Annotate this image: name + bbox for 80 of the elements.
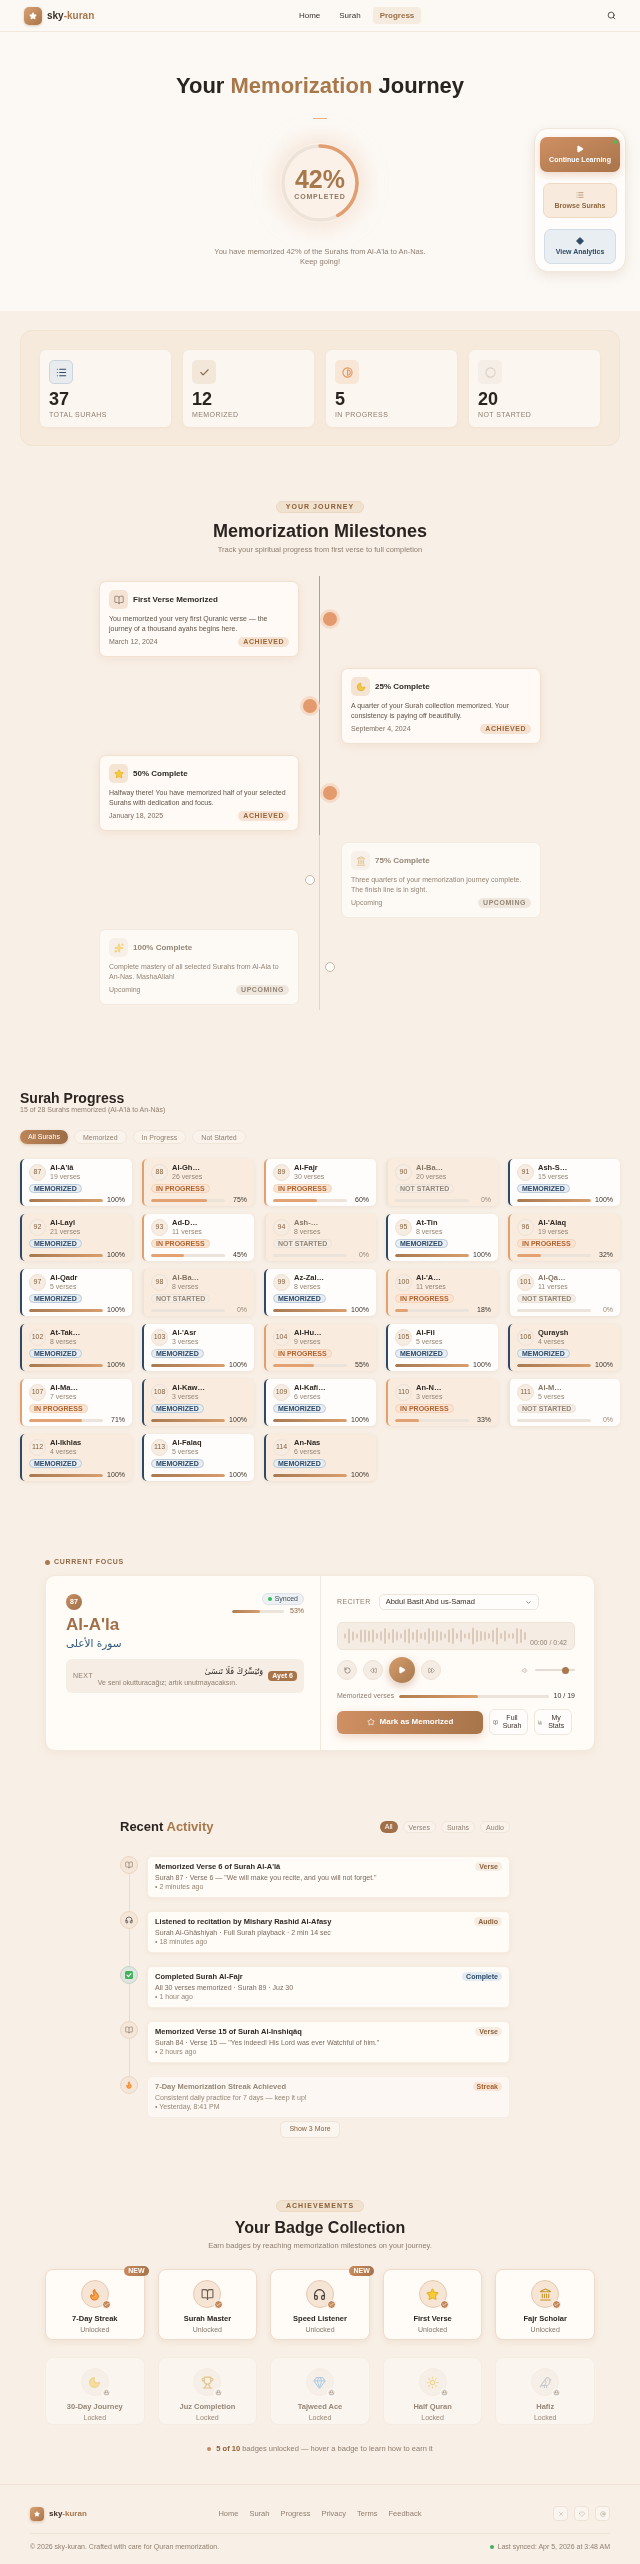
fast-forward-button[interactable] bbox=[421, 1660, 441, 1680]
check-badge-icon bbox=[101, 2300, 111, 2309]
moon-icon bbox=[80, 2368, 109, 2396]
lock-badge-icon bbox=[101, 2388, 111, 2397]
play-icon bbox=[576, 145, 584, 153]
milestone-title: 25% Complete bbox=[375, 682, 430, 691]
gem-icon bbox=[306, 2368, 334, 2396]
nav-link[interactable]: Surah bbox=[332, 7, 368, 24]
section-title: Memorization Milestones bbox=[213, 521, 427, 541]
check-badge-icon bbox=[552, 2300, 562, 2309]
milestone-title: 50% Complete bbox=[133, 769, 188, 778]
logo-wordmark[interactable]: sky-kuran bbox=[47, 8, 95, 23]
section-title: Your Badge Collection bbox=[234, 2219, 406, 2237]
timeline-marker-icon bbox=[305, 875, 315, 885]
headphones-icon bbox=[306, 2280, 334, 2308]
trophy-icon bbox=[193, 2368, 222, 2396]
sun-icon bbox=[418, 2368, 447, 2396]
stat-value: 12 bbox=[192, 390, 214, 409]
milestone-title: 100% Complete bbox=[133, 943, 193, 952]
lock-badge-icon bbox=[327, 2388, 336, 2397]
replay-button[interactable] bbox=[337, 1660, 357, 1680]
book-icon bbox=[493, 1719, 498, 1725]
stat-value: 5 bbox=[335, 390, 346, 409]
logo-star-icon[interactable] bbox=[30, 2506, 44, 2521]
stat-value: 37 bbox=[49, 390, 71, 409]
list-icon bbox=[576, 191, 584, 199]
sparkles-icon bbox=[109, 938, 128, 957]
star-icon bbox=[109, 764, 128, 783]
milestone-title: First Verse Memorized bbox=[133, 595, 218, 604]
flame-icon bbox=[80, 2280, 109, 2308]
replay-icon bbox=[343, 1666, 351, 1674]
bar-chart-icon bbox=[538, 1719, 543, 1725]
search-icon[interactable] bbox=[607, 11, 616, 20]
lock-badge-icon bbox=[439, 2388, 449, 2397]
check-icon bbox=[192, 360, 216, 384]
diamond-icon bbox=[576, 237, 584, 245]
lock-badge-icon bbox=[552, 2388, 562, 2397]
chevron-down-icon bbox=[524, 1598, 532, 1606]
nav-link[interactable]: Home bbox=[291, 7, 328, 24]
building-icon bbox=[351, 851, 370, 870]
hero-title: Your Memorization Journey bbox=[175, 73, 465, 99]
book-icon bbox=[193, 2280, 222, 2308]
arabic-verse: وَنُيَسِّرُكَ فَلَا تَنسَىٰ bbox=[203, 1665, 264, 1678]
surah-title: Al-A'la bbox=[66, 1615, 121, 1635]
at-sign-icon bbox=[599, 2510, 606, 2517]
progress-percent: 42% bbox=[294, 165, 345, 192]
book-icon bbox=[109, 590, 128, 609]
star-icon bbox=[366, 1718, 375, 1726]
check-badge-icon bbox=[439, 2300, 449, 2309]
timeline-marker-icon bbox=[303, 699, 317, 713]
volume-slider[interactable] bbox=[535, 1666, 575, 1674]
fast-forward-icon bbox=[427, 1666, 435, 1674]
bird-icon bbox=[531, 2368, 560, 2396]
volume-thumb[interactable] bbox=[561, 1666, 569, 1674]
timeline-marker-icon bbox=[325, 962, 335, 972]
logo-star-icon[interactable] bbox=[24, 6, 42, 25]
play-icon bbox=[398, 1666, 406, 1674]
volume-icon bbox=[522, 1666, 529, 1674]
arabic-surah-title: سورة الأعلى bbox=[66, 1636, 123, 1651]
rewind-button[interactable] bbox=[363, 1660, 383, 1680]
timeline-marker-icon bbox=[323, 786, 337, 800]
check-square-icon bbox=[120, 1966, 138, 1984]
check-badge-icon bbox=[327, 2300, 336, 2309]
nav-link[interactable]: Progress bbox=[372, 7, 422, 24]
timeline-marker-icon bbox=[323, 612, 337, 626]
lock-badge-icon bbox=[214, 2388, 224, 2397]
section-title: Surah Progress bbox=[20, 1090, 126, 1106]
stat-value: 20 bbox=[478, 390, 500, 409]
moon-icon bbox=[351, 677, 370, 696]
check-badge-icon bbox=[214, 2300, 224, 2309]
action-button[interactable]: Mark as Memorized bbox=[337, 1710, 483, 1734]
heart-icon bbox=[578, 2510, 585, 2517]
milestone-title: 75% Complete bbox=[375, 856, 430, 865]
section-title: Recent Activity bbox=[120, 1820, 214, 1834]
list-icon bbox=[49, 360, 73, 384]
play-button[interactable] bbox=[389, 1657, 415, 1683]
building-icon bbox=[531, 2280, 560, 2308]
rewind-icon bbox=[369, 1666, 377, 1674]
logo-wordmark[interactable]: sky-kuran bbox=[49, 2507, 87, 2520]
x-icon bbox=[557, 2510, 564, 2517]
